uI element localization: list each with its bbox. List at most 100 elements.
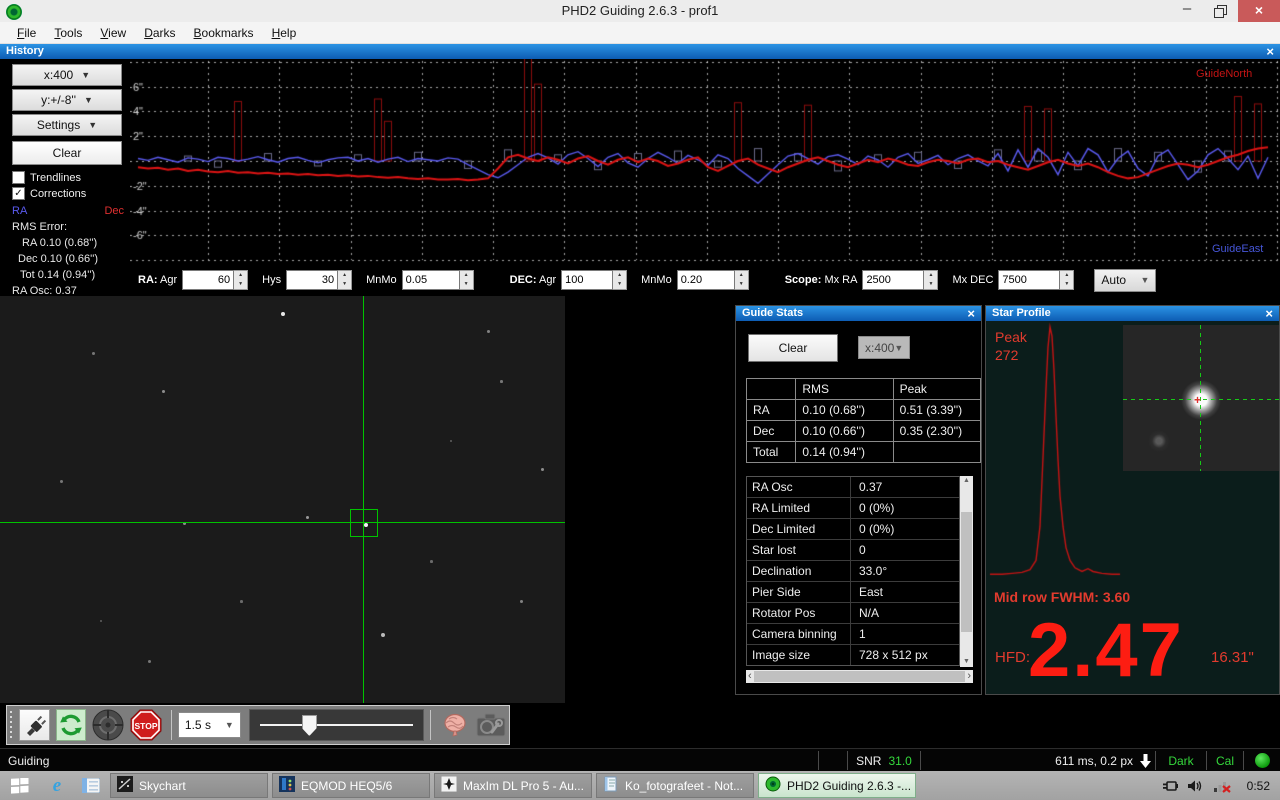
hfd-label: HFD: [995, 649, 1030, 666]
guide-stats-clear-button[interactable]: Clear [748, 334, 838, 362]
spin-up-icon[interactable]: ▲ [234, 271, 247, 280]
loop-exposures-button[interactable] [56, 709, 86, 741]
info-row-declination: Declination33.0° [747, 561, 959, 582]
hfd-arcsec-value: 16.31" [1211, 649, 1254, 666]
spin-up-icon[interactable]: ▲ [338, 271, 351, 280]
corrections-checkbox-row[interactable]: ✓ Corrections [12, 187, 86, 200]
param-input-agr[interactable] [561, 270, 613, 290]
taskbar-clock[interactable]: 0:52 [1247, 779, 1270, 793]
spin-down-icon[interactable]: ▼ [735, 280, 748, 289]
skychart-icon [117, 776, 133, 795]
param-spinner-4: ▲▼ [677, 270, 749, 290]
info-row-rotator-pos: Rotator PosN/A [747, 603, 959, 624]
internet-explorer-launcher[interactable]: e [40, 771, 74, 800]
table-cell: 0.35 (2.30'') [893, 421, 980, 442]
spin-up-icon[interactable]: ▲ [1060, 271, 1073, 280]
param-input-mnmo[interactable] [402, 270, 460, 290]
spin-up-icon[interactable]: ▲ [924, 271, 937, 280]
spin-down-icon[interactable]: ▼ [460, 280, 473, 289]
star-point [148, 660, 151, 663]
y-scale-dropdown[interactable]: y:+/-8''▼ [12, 89, 122, 111]
history-body: x:400▼ y:+/-8''▼ Settings▼ Clear Trendli… [0, 59, 1280, 296]
spin-down-icon[interactable]: ▼ [338, 280, 351, 289]
scrollbar-thumb[interactable] [754, 671, 966, 682]
toolbar-grip[interactable] [10, 711, 12, 739]
restore-button[interactable] [1204, 0, 1238, 22]
scroll-left-icon[interactable]: ‹ [748, 670, 752, 683]
dec-guide-mode-dropdown[interactable]: Auto▼ [1094, 269, 1156, 292]
taskbar-button-3[interactable]: MaxIm DL Pro 5 - Au... [434, 773, 592, 798]
network-tray-icon[interactable] [1213, 779, 1231, 793]
auto-select-star-button[interactable] [92, 709, 124, 741]
settings-dropdown[interactable]: Settings▼ [12, 114, 122, 136]
info-row-image-size: Image size728 x 512 px [747, 645, 959, 665]
scroll-up-icon[interactable]: ▲ [963, 476, 970, 486]
guide-stats-close-icon[interactable]: × [967, 307, 975, 320]
menu-item-view[interactable]: View [91, 24, 135, 42]
spin-down-icon[interactable]: ▼ [1060, 280, 1073, 289]
close-button[interactable]: × [1238, 0, 1280, 22]
scroll-right-icon[interactable]: › [967, 670, 971, 683]
param-input-mx-dec[interactable] [998, 270, 1060, 290]
spin-down-icon[interactable]: ▼ [234, 280, 247, 289]
scroll-down-icon[interactable]: ▼ [963, 657, 970, 667]
star-profile-close-icon[interactable]: × [1265, 307, 1273, 320]
table-row: Dec0.10 (0.66'')0.35 (2.30'') [747, 421, 981, 442]
trendlines-checkbox[interactable] [12, 171, 25, 184]
guide-north-label: GuideNorth [1196, 68, 1252, 80]
hfd-value: 2.47 [1028, 607, 1184, 694]
param-input-hys[interactable] [286, 270, 338, 290]
param-input-mx-ra[interactable] [862, 270, 924, 290]
menu-item-bookmarks[interactable]: Bookmarks [185, 24, 263, 42]
speaker-tray-icon[interactable] [1188, 779, 1203, 793]
table-row: RA0.10 (0.68'')0.51 (3.39'') [747, 400, 981, 421]
info-row-ra-limited: RA Limited0 (0%) [747, 498, 959, 519]
connect-equipment-button[interactable] [19, 709, 49, 741]
horizontal-scrollbar[interactable]: ‹ › [746, 670, 973, 683]
brain-icon [441, 711, 469, 739]
start-button[interactable] [0, 771, 40, 800]
param-input-mnmo[interactable] [677, 270, 735, 290]
minimize-button[interactable]: – [1170, 0, 1204, 22]
file-explorer-launcher[interactable] [74, 771, 108, 800]
menu-item-help[interactable]: Help [263, 24, 306, 42]
guide-stats-scale-dropdown[interactable]: x:400▼ [858, 336, 910, 359]
corrections-checkbox[interactable]: ✓ [12, 187, 25, 200]
taskbar-button-1[interactable]: Skychart [110, 773, 268, 798]
spin-up-icon[interactable]: ▲ [460, 271, 473, 280]
history-close-icon[interactable]: × [1266, 45, 1274, 58]
star-profile-title: Star Profile [992, 306, 1051, 321]
info-row-ra-osc: RA Osc0.37 [747, 477, 959, 498]
ra-series-label: RA [12, 205, 27, 217]
stretch-slider[interactable] [249, 709, 424, 741]
x-scale-dropdown[interactable]: x:400▼ [12, 64, 122, 86]
param-input-agr[interactable] [182, 270, 234, 290]
scrollbar-thumb[interactable] [961, 512, 972, 632]
stop-button[interactable]: STOP [130, 709, 162, 741]
menu-item-file[interactable]: File [8, 24, 45, 42]
menu-item-darks[interactable]: Darks [135, 24, 184, 42]
slider-thumb[interactable] [302, 715, 317, 736]
title-bar: PHD2 Guiding 2.6.3 - prof1 – × [0, 0, 1280, 23]
guide-camera-image[interactable] [0, 296, 565, 703]
taskbar-button-5[interactable]: PHD2 Guiding 2.6.3 -... [758, 773, 916, 798]
taskbar-button-2[interactable]: EQMOD HEQ5/6 [272, 773, 430, 798]
spin-down-icon[interactable]: ▼ [924, 280, 937, 289]
vertical-scrollbar[interactable]: ▲ ▼ [960, 476, 973, 667]
guide-stats-title: Guide Stats [742, 306, 803, 321]
trendlines-checkbox-row[interactable]: Trendlines [12, 171, 81, 184]
rms-ra-value: RA 0.10 (0.68'') [12, 237, 134, 249]
clear-history-button[interactable]: Clear [12, 141, 122, 165]
camera-settings-button[interactable] [476, 709, 506, 741]
status-led-green [1255, 753, 1270, 768]
menu-item-tools[interactable]: Tools [45, 24, 91, 42]
taskbar-button-4[interactable]: Ko_fotografeet - Not... [596, 773, 754, 798]
connection-status-cell [1244, 749, 1280, 772]
spin-down-icon[interactable]: ▼ [613, 280, 626, 289]
power-plug-tray-icon[interactable] [1162, 779, 1178, 793]
advanced-settings-button[interactable] [440, 709, 470, 741]
star-point [450, 440, 452, 442]
exposure-duration-dropdown[interactable]: 1.5 s ▼ [178, 712, 241, 738]
spin-up-icon[interactable]: ▲ [735, 271, 748, 280]
spin-up-icon[interactable]: ▲ [613, 271, 626, 280]
